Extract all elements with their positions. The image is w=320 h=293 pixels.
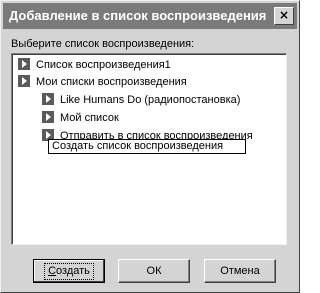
playlist-icon: [42, 93, 54, 105]
cancel-button[interactable]: Отмена: [204, 259, 276, 283]
playlist-icon: [42, 111, 54, 123]
create-button[interactable]: Создать: [33, 259, 105, 283]
tree-item-label: Like Humans Do (радиопостановка): [60, 94, 241, 106]
tree-item-my-list[interactable]: Мой список: [42, 110, 119, 126]
tree-item-like-humans-do[interactable]: Like Humans Do (радиопостановка): [42, 92, 240, 108]
add-to-playlist-dialog: Добавление в список воспроизведения × Вы…: [0, 0, 300, 293]
select-playlist-label: Выберите список воспроизведения:: [11, 38, 195, 50]
tree-item-label: Мои списки воспроизведения: [36, 76, 187, 88]
tree-item-label: Список воспроизведения1: [36, 59, 171, 71]
dialog-title: Добавление в список воспроизведения: [9, 8, 267, 23]
playlist-icon: [18, 58, 30, 70]
new-playlist-name-input[interactable]: Создать список воспроизведения: [48, 139, 246, 154]
tree-item-my-playlists[interactable]: Мои списки воспроизведения: [18, 74, 187, 90]
close-button[interactable]: ×: [274, 7, 294, 25]
ok-button[interactable]: ОК: [118, 259, 190, 283]
tree-item-label: Мой список: [60, 112, 119, 124]
create-button-label: Создать: [44, 263, 94, 280]
title-bar: Добавление в список воспроизведения ×: [3, 3, 297, 29]
playlist-icon: [18, 75, 30, 87]
tree-item-playlist1[interactable]: Список воспроизведения1: [18, 57, 171, 73]
